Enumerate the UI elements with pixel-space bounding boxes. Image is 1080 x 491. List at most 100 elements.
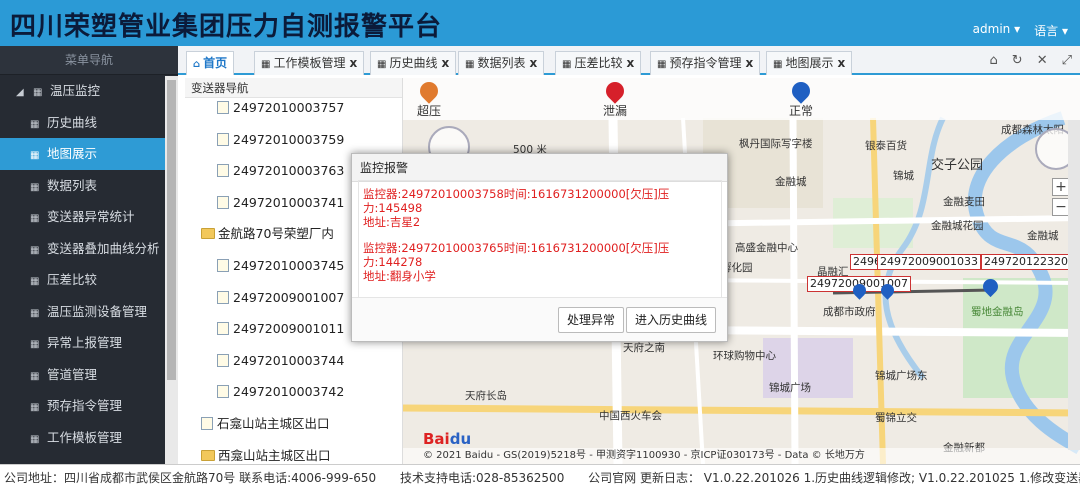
company-address: 公司地址：四川省成都市武侯区金航路70号 联系电话:4006-999-650 <box>4 471 377 485</box>
sidebar-item-label: 历史曲线 <box>47 114 98 130</box>
map-place-label: 锦城广场 <box>769 382 811 394</box>
alarm-detail: 监控器:24972010003765时间:1616731200000[欠压]压力… <box>363 241 670 269</box>
tree-device-node[interactable]: 24972010003742 <box>185 376 402 408</box>
document-icon <box>217 322 229 336</box>
tab-history-curve[interactable]: ▦ 历史曲线 x <box>370 51 457 75</box>
tab-data-list[interactable]: ▦ 数据列表 x <box>458 51 545 75</box>
tab-label: 工作模板管理 <box>273 56 346 70</box>
tree-node-label: 金航路70号荣塑厂内 <box>218 226 334 242</box>
alarm-dialog: 监控报警 监控器:24972010003758时间:1616731200000[… <box>351 153 728 342</box>
sidebar-item-label: 预存指令管理 <box>47 398 123 413</box>
leak-pin-icon <box>602 78 628 104</box>
map-place-label: 金融麦田 <box>943 196 985 208</box>
map-place-label: 环球购物中心 <box>713 350 776 362</box>
tree-device-node[interactable]: 24972010003759 <box>185 124 402 156</box>
map-place-label: 金融城 <box>1027 230 1059 242</box>
sidebar-item-pipeline-mgmt[interactable]: ▦ 管道管理 <box>0 359 178 391</box>
close-icon[interactable]: x <box>529 56 537 70</box>
sidebar-item-label: 工作模板管理 <box>47 429 123 445</box>
scrollbar-thumb[interactable] <box>167 80 176 380</box>
tree-node-label: 24972010003742 <box>233 384 345 400</box>
status-footer: 公司地址：四川省成都市武侯区金航路70号 联系电话:4006-999-650 技… <box>0 464 1080 491</box>
legend-overpressure: 超压 <box>416 78 442 119</box>
tab-work-template[interactable]: ▦ 工作模板管理 x <box>254 51 365 75</box>
tab-home[interactable]: ⌂ 首页 <box>186 51 235 75</box>
tree-node-label: 西龛山站主城区出口 <box>218 447 331 463</box>
sidebar-item-label: 变送器异常统计 <box>47 209 135 224</box>
sidebar-item-transmitter-stats[interactable]: ▦ 变送器异常统计 <box>0 201 178 233</box>
device-marker[interactable]: 24972009001033 <box>877 254 981 270</box>
map-place-label: 中国西火车会 <box>599 410 662 422</box>
grid-icon: ▦ <box>33 87 43 98</box>
tree-node-label: 24972010003763 <box>233 163 345 179</box>
close-icon[interactable]: x <box>745 56 753 70</box>
tree-node-label: 24972010003759 <box>233 131 345 147</box>
refresh-icon[interactable]: ↻ <box>1012 53 1023 68</box>
tab-map[interactable]: ▦ 地图展示 x <box>766 51 853 75</box>
tree-device-node[interactable]: 24972010003757 <box>185 92 402 124</box>
handle-exception-button[interactable]: 处理异常 <box>558 307 625 333</box>
legend-label: 超压 <box>417 104 442 118</box>
sidebar-item-overlay-curve[interactable]: ▦ 变送器叠加曲线分析 <box>0 233 178 265</box>
map-place-label: 蜀锦立交 <box>875 412 917 424</box>
tab-preset-commands[interactable]: ▦ 预存指令管理 x <box>650 51 761 75</box>
grid-icon: ▦ <box>261 59 271 70</box>
sidebar-item-pressure-diff[interactable]: ▦ 压差比较 <box>0 264 178 296</box>
document-icon <box>217 101 229 114</box>
device-marker[interactable]: 24972012232034 <box>981 254 1080 270</box>
close-icon[interactable]: x <box>837 56 845 70</box>
sidebar-scrollbar[interactable] <box>165 76 178 464</box>
sidebar-item-data-list[interactable]: ▦ 数据列表 <box>0 170 178 202</box>
sidebar-item-exception-report[interactable]: ▦ 异常上报管理 <box>0 327 178 359</box>
grid-icon: ▦ <box>30 433 40 445</box>
grid-icon: ▦ <box>30 339 40 350</box>
header-right: admin ▾ 语言 ▾ <box>973 22 1068 39</box>
close-icon[interactable]: x <box>441 56 449 70</box>
grid-icon: ▦ <box>30 150 40 161</box>
legend-label: 泄漏 <box>603 104 628 118</box>
folder-icon <box>201 449 215 461</box>
user-name: admin <box>972 22 1011 36</box>
map-place-label: 蜀地金融岛 <box>971 306 1024 318</box>
map-place-label: 成都市政府 <box>823 306 876 318</box>
tree-folder-node[interactable]: 西龛山站主城区出口 <box>185 440 402 464</box>
tab-pressure-diff[interactable]: ▦ 压差比较 x <box>555 51 642 75</box>
home-icon: ⌂ <box>193 59 201 70</box>
user-menu[interactable]: admin ▾ <box>973 22 1020 39</box>
grid-icon: ▦ <box>30 118 40 130</box>
view-history-curve-button[interactable]: 进入历史曲线 <box>626 307 717 333</box>
tree-device-node[interactable]: 24972010003744 <box>185 345 402 377</box>
close-icon[interactable]: x <box>626 56 634 70</box>
tree-device-node[interactable]: 石龛山站主城区出口 <box>185 408 402 440</box>
support-phone: 技术支持电话:028-85362500 <box>399 471 565 485</box>
tree-node-label: 石龛山站主城区出口 <box>217 415 330 431</box>
update-log: 公司官网 更新日志： V1.0.22.201026 1.历史曲线逻辑修改; V1… <box>588 471 1080 485</box>
document-icon <box>217 195 229 209</box>
sidebar-group-temp-pressure[interactable]: ◢ ▦ 温压监控 <box>0 75 178 107</box>
map-scrollbar[interactable] <box>1068 120 1080 450</box>
legend-normal: 正常 <box>788 78 814 119</box>
language-menu[interactable]: 语言 ▾ <box>1034 22 1068 39</box>
close-icon[interactable]: x <box>349 56 357 70</box>
close-all-icon[interactable]: ✕ <box>1037 53 1048 68</box>
map-place-label: 枫丹国际写字楼 <box>739 138 813 150</box>
home-icon[interactable]: ⌂ <box>990 53 998 68</box>
tree-node-label: 24972009001011 <box>233 321 345 337</box>
caret-down-icon: ◢ <box>16 87 24 98</box>
sidebar-item-history-curve[interactable]: ▦ 历史曲线 <box>0 107 178 139</box>
sidebar-item-map[interactable]: ▦ 地图展示 <box>0 138 178 170</box>
sidebar-item-device-mgmt[interactable]: ▦ 温压监测设备管理 <box>0 296 178 328</box>
chevron-down-icon: ▾ <box>1014 22 1021 36</box>
sidebar-item-label: 数据列表 <box>47 177 98 193</box>
map-place-label: 金融城 <box>775 176 807 188</box>
sidebar-item-label: 地图展示 <box>47 146 98 161</box>
tab-label: 地图展示 <box>785 56 834 70</box>
folder-icon <box>201 228 215 240</box>
fullscreen-icon[interactable]: ⤢ <box>1062 53 1072 68</box>
dialog-title: 监控报警 <box>352 154 727 182</box>
grid-icon: ▦ <box>30 181 40 193</box>
sidebar-item-preset-commands[interactable]: ▦ 预存指令管理 <box>0 390 178 422</box>
sidebar-item-work-template[interactable]: ▦ 工作模板管理 <box>0 422 178 454</box>
document-icon <box>217 353 229 367</box>
map-place-label: 锦城 <box>893 170 914 182</box>
